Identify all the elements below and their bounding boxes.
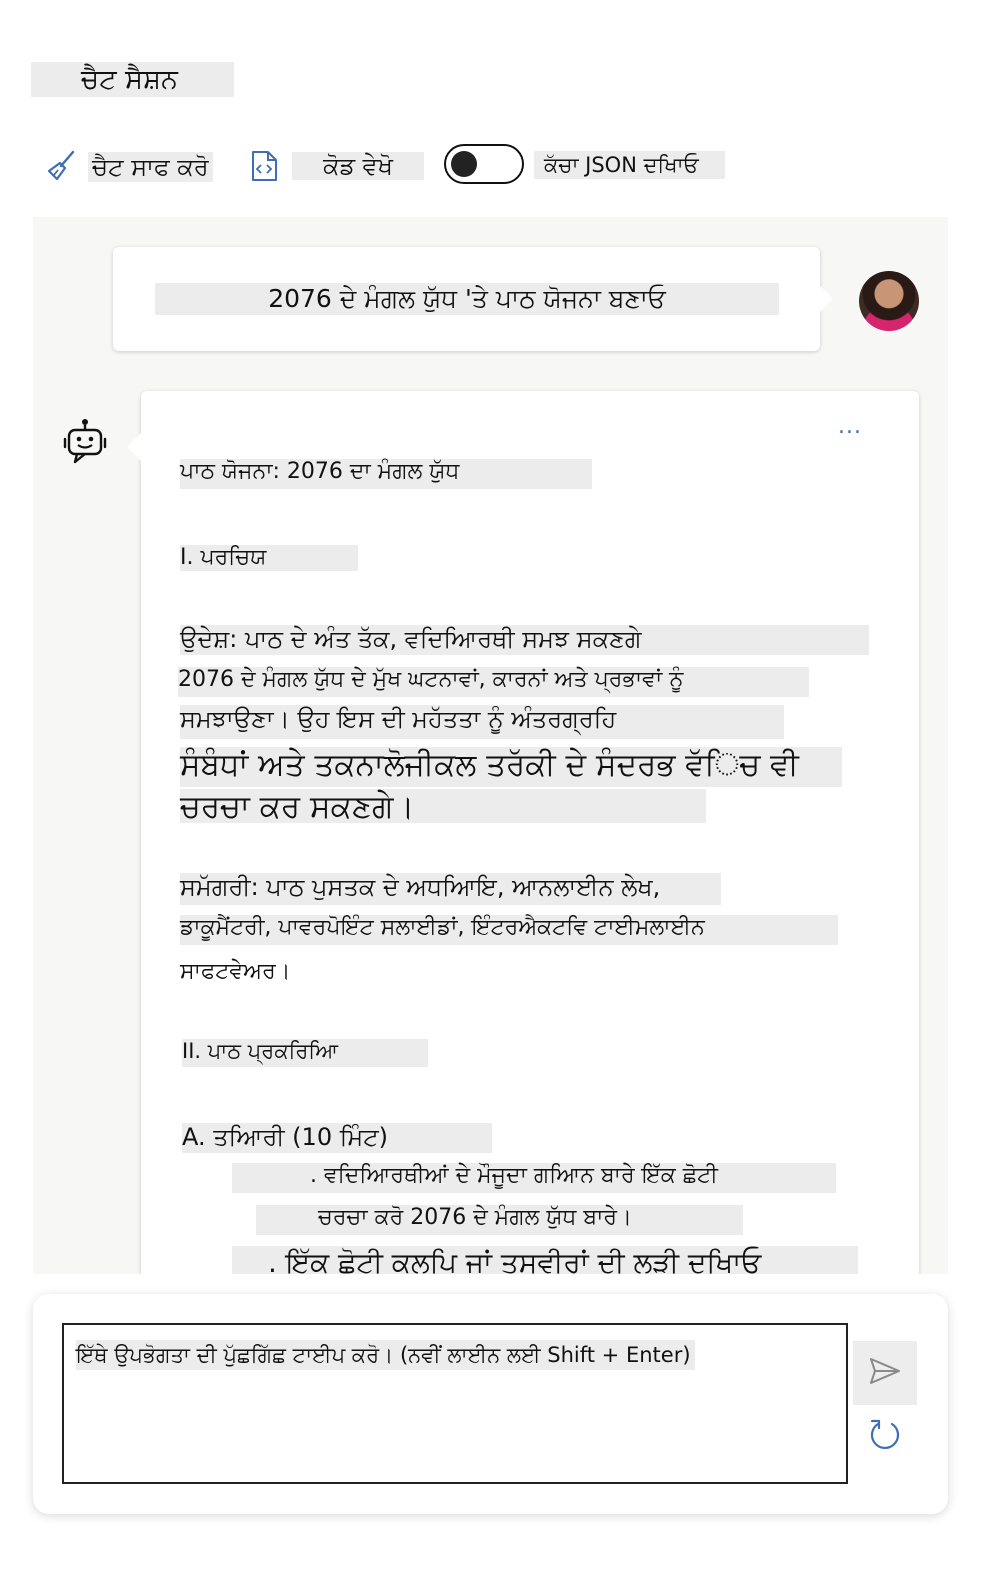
code-file-icon[interactable] — [250, 150, 278, 182]
bot-icon — [63, 417, 107, 465]
message-line: ਚਰਚਾ ਕਰ ਸਕਣਗੇ। — [180, 789, 706, 825]
input-panel: ਇੱਥੇ ਉਪਭੋਗਤਾ ਦੀ ਪੁੱਛਗਿੱਛ ਟਾਈਪ ਕਰੋ। (ਨਵੀਂ… — [33, 1294, 948, 1514]
message-line: . ਵਦਿਆਿਰਥੀਆਂ ਦੇ ਮੌਜੂਦਾ ਗਆਿਨ ਬਾਰੇ ਇੱਕ ਛੋਟ… — [232, 1163, 836, 1193]
message-line: ਸੰਬੰਧਾਂ ਅਤੇ ਤਕਨਾਲੋਜੀਕਲ ਤਰੱਕੀ ਦੇ ਸੰਦਰਭ ਵੱ… — [180, 747, 842, 787]
message-line: ਡਾਕੂਮੈਂਟਰੀ, ਪਾਵਰਪੋਇੰਟ ਸਲਾਈਡਾਂ, ਇੰਟਰਐਕਟਵਿ… — [180, 915, 838, 945]
user-avatar — [859, 271, 919, 331]
message-line: ਚਰਚਾ ਕਰੋ 2076 ਦੇ ਮੰਗਲ ਯੁੱਧ ਬਾਰੇ। — [256, 1205, 743, 1235]
clear-chat-button[interactable]: ਚੈਟ ਸਾਫ ਕਰੋ — [88, 152, 213, 182]
message-line: ਸਮਝਾਉਣਾ। ਉਹ ਇਸ ਦੀ ਮਹੱਤਤਾ ਨੂੰ ਅੰਤਰਗ੍ਰਹਿ — [180, 705, 784, 739]
user-message-text: 2076 ਦੇ ਮੰਗਲ ਯੁੱਧ 'ਤੇ ਪਾਠ ਯੋਜਨਾ ਬਣਾਓ — [155, 283, 779, 315]
query-input[interactable]: ਇੱਥੇ ਉਪਭੋਗਤਾ ਦੀ ਪੁੱਛਗਿੱਛ ਟਾਈਪ ਕਰੋ। (ਨਵੀਂ… — [62, 1323, 848, 1484]
toggle-knob — [451, 151, 477, 177]
user-message-bubble: 2076 ਦੇ ਮੰਗਲ ਯੁੱਧ 'ਤੇ ਪਾਠ ਯੋਜਨਾ ਬਣਾਓ — [113, 247, 833, 351]
query-placeholder: ਇੱਥੇ ਉਪਭੋਗਤਾ ਦੀ ਪੁੱਛਗਿੱਛ ਟਾਈਪ ਕਰੋ। (ਨਵੀਂ… — [76, 1340, 695, 1370]
message-line: ਉਦੇਸ਼: ਪਾਠ ਦੇ ਅੰਤ ਤੱਕ, ਵਦਿਆਿਰਥੀ ਸਮਝ ਸਕਣਗ… — [180, 625, 869, 655]
raw-json-label: ਕੱਚਾ JSON ਦਖਿਾਓ — [534, 151, 725, 179]
page-title: ਚੈਟ ਸੈਸ਼ਨ — [31, 62, 234, 97]
assistant-message-bubble: ... ਪਾਠ ਯੋਜਨਾ: 2076 ਦਾ ਮੰਗਲ ਯੁੱਧ I. ਪਰਚਿ… — [127, 391, 919, 1274]
refresh-icon — [867, 1416, 903, 1456]
message-line: ਸਾਫਟਵੇਅਰ। — [180, 959, 291, 984]
toolbar: ਚੈਟ ਸਾਫ ਕਰੋ ਕੋਡ ਵੇਖੋ ਕੱਚਾ JSON ਦਖਿਾਓ — [0, 140, 998, 190]
chat-transcript[interactable]: 2076 ਦੇ ਮੰਗਲ ਯੁੱਧ 'ਤੇ ਪਾਠ ਯੋਜਨਾ ਬਣਾਓ ...… — [33, 217, 948, 1274]
message-line: . ਇੱਕ ਛੋਟੀ ਕਲਪਿ ਜਾਂ ਤਸਵੀਰਾਂ ਦੀ ਲੜੀ ਦਖਿਾਓ — [232, 1246, 858, 1274]
refresh-button[interactable] — [865, 1416, 905, 1456]
more-options-button[interactable]: ... — [833, 416, 867, 443]
raw-json-toggle[interactable] — [444, 144, 524, 184]
message-line: ਸਮੱਗਰੀ: ਪਾਠ ਪੁਸਤਕ ਦੇ ਅਧਆਿਇ, ਆਨਲਾਈਨ ਲੇਖ, — [180, 873, 721, 905]
message-line: I. ਪਰਚਿਯ — [180, 545, 358, 571]
send-button[interactable] — [853, 1341, 917, 1405]
broom-icon[interactable] — [46, 148, 78, 182]
message-line: ਪਾਠ ਯੋਜਨਾ: 2076 ਦਾ ਮੰਗਲ ਯੁੱਧ — [180, 459, 592, 489]
view-code-button[interactable]: ਕੋਡ ਵੇਖੋ — [292, 152, 424, 180]
send-icon — [868, 1356, 902, 1390]
message-line: A. ਤਆਿਰੀ (10 ਮਿੰਟ) — [182, 1123, 492, 1153]
message-line: II. ਪਾਠ ਪ੍ਰਕਰਿਆਿ — [182, 1039, 428, 1067]
message-line: 2076 ਦੇ ਮੰਗਲ ਯੁੱਧ ਦੇ ਮੁੱਖ ਘਟਨਾਵਾਂ, ਕਾਰਨਾ… — [178, 667, 809, 697]
